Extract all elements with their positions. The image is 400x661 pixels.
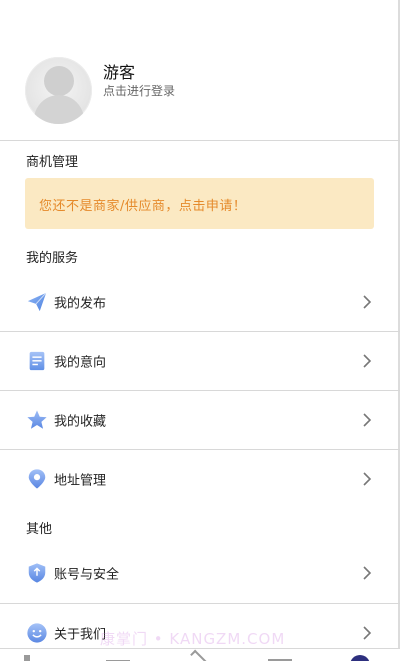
section-title-services: 我的服务 <box>26 251 79 266</box>
menu-item-label: 账号与安全 <box>54 567 120 583</box>
smile-icon <box>27 623 47 643</box>
avatar-body-shape <box>34 95 84 124</box>
divider <box>0 140 400 141</box>
tab-active-indicator[interactable] <box>350 655 370 661</box>
chevron-right-icon <box>363 354 372 368</box>
menu-item-account-security[interactable]: 账号与安全 <box>0 544 400 602</box>
chevron-right-icon <box>363 413 372 427</box>
menu-item-my-posts[interactable]: 我的发布 <box>0 273 400 331</box>
paper-plane-icon <box>27 292 47 312</box>
login-prompt[interactable]: 点击进行登录 <box>103 82 175 99</box>
menu-item-label: 我的收藏 <box>54 414 107 430</box>
bottom-tab-bar <box>0 648 400 661</box>
section-title-business: 商机管理 <box>26 155 79 170</box>
location-pin-icon <box>28 469 46 489</box>
menu-item-label: 地址管理 <box>54 473 107 489</box>
menu-item-my-intentions[interactable]: 我的意向 <box>0 332 400 390</box>
avatar-head-shape <box>44 66 74 96</box>
tab-icon-partial[interactable] <box>24 655 30 661</box>
document-icon <box>29 351 45 371</box>
tab-icon-partial[interactable] <box>190 649 208 661</box>
menu-item-label: 关于我们 <box>54 627 107 643</box>
menu-item-address-management[interactable]: 地址管理 <box>0 450 400 508</box>
menu-item-label: 我的意向 <box>54 355 107 371</box>
apply-merchant-banner[interactable]: 您还不是商家/供应商，点击申请！ <box>25 178 374 229</box>
star-icon <box>27 410 47 429</box>
menu-item-label: 我的发布 <box>54 296 107 312</box>
chevron-right-icon <box>363 566 372 580</box>
avatar[interactable] <box>25 57 92 124</box>
profile-header[interactable]: 游客 点击进行登录 <box>25 57 375 127</box>
watermark: 康掌门 • KANGZM.COM <box>100 630 286 648</box>
section-title-other: 其他 <box>26 522 53 537</box>
chevron-right-icon <box>363 295 372 309</box>
shield-icon <box>28 563 46 583</box>
apply-merchant-text: 您还不是商家/供应商，点击申请！ <box>39 199 247 214</box>
chevron-right-icon <box>363 626 372 640</box>
chevron-right-icon <box>363 472 372 486</box>
profile-name: 游客 <box>103 63 136 82</box>
menu-item-my-favorites[interactable]: 我的收藏 <box>0 391 400 449</box>
